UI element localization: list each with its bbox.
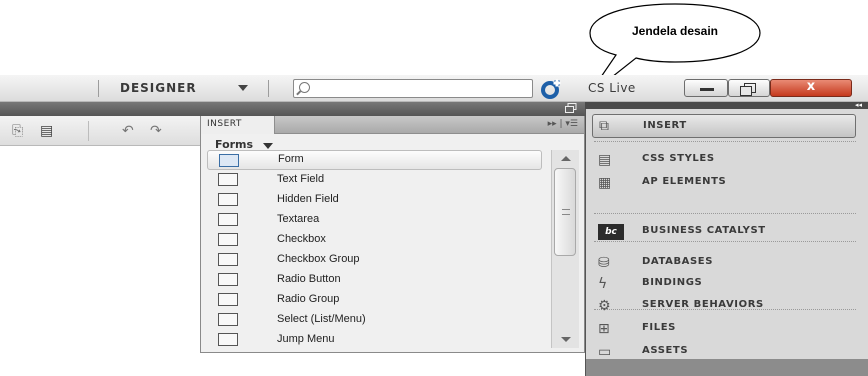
checkbox-icon [218,233,238,246]
scroll-up-icon[interactable] [561,156,571,161]
restore-icon[interactable] [565,103,577,114]
insert-item-label: Radio Button [277,273,341,285]
insert-item[interactable]: Text Field [201,170,546,190]
redo-icon[interactable]: ↷ [150,123,162,139]
collapse-icon[interactable]: ◂◂ [855,101,862,109]
cslive-icon[interactable] [540,78,562,100]
scroll-down-icon[interactable] [561,337,571,342]
insert-item[interactable]: Select (List/Menu) [201,310,546,330]
insert-item[interactable]: Jump Menu [201,330,546,350]
select-icon [218,313,238,326]
panel-label: BINDINGS [642,277,703,288]
radio-group-icon [218,293,238,306]
tab-insert[interactable]: INSERT [201,116,275,134]
close-button[interactable]: x [770,79,852,97]
css-styles-icon: ▤ [598,152,612,168]
insert-item-label: Text Field [277,173,325,185]
panel-group: ⧉ INSERT ▤ CSS STYLES ▦ AP ELEMENTS bc BUSINESS… [585,109,868,376]
panel-menu-icon[interactable]: ▸▸ | ▾☰ [548,119,578,129]
panel-group-header: ◂◂ [585,101,868,109]
insert-item[interactable]: Checkbox [201,230,546,250]
insert-icon: ⧉ [599,118,609,134]
assets-icon: ▭ [598,344,612,360]
panel-ap-elements[interactable]: ▦ AP ELEMENTS [586,172,868,194]
insert-item-label: Checkbox Group [277,253,360,265]
text-field-icon [218,173,238,186]
insert-item[interactable]: Radio Group [201,290,546,310]
insert-item-label: Textarea [277,213,320,225]
undo-icon[interactable]: ↶ [122,123,134,139]
bindings-icon: ϟ [598,276,608,292]
application-bar: DESIGNER CS Live x [0,75,868,102]
minimize-button[interactable] [684,79,728,97]
panel-label: SERVER BEHAVIORS [642,299,764,310]
textarea-icon [218,213,238,226]
separator [268,80,269,97]
files-icon: ⊞ [598,321,610,337]
jump-menu-icon [218,333,238,346]
close-icon: x [806,79,816,94]
separator [88,121,89,141]
panel-label: AP ELEMENTS [642,176,727,187]
server-behaviors-icon: ⚙ [598,298,611,314]
hidden-field-icon [218,193,238,206]
panel-business-catalyst[interactable]: bc BUSINESS CATALYST [586,221,868,243]
maximize-button[interactable] [728,79,770,97]
document-toolbar-strip [0,102,585,116]
insert-item[interactable]: Checkbox Group [201,250,546,270]
callout-text: Jendela desain [631,24,719,38]
insert-item-label: Select (List/Menu) [277,313,366,325]
insert-item[interactable]: Form [207,150,542,170]
document-toolbar: ⎘ ▤ ↶ ↷ [0,116,200,146]
search-input[interactable] [293,79,533,98]
insert-item[interactable]: Textarea [201,210,546,230]
panel-label: FILES [642,322,676,333]
insert-item-label: Form [278,153,304,165]
grip-icon [562,209,570,215]
insert-item[interactable]: Radio Button [201,270,546,290]
clipboard-icon[interactable]: ▤ [40,123,53,139]
panel-label: CSS STYLES [642,153,715,164]
panel-group-footer [586,359,868,376]
insert-item-list: Form Text Field Hidden Field Textarea Checkb… [201,150,546,350]
search-icon [299,82,310,93]
insert-panel: INSERT ▸▸ | ▾☰ Forms Form Text Field Hidde… [200,116,585,353]
checkbox-group-icon [218,253,238,266]
workspace-switcher[interactable]: DESIGNER [120,81,197,95]
panel-label: INSERT [643,120,687,131]
scrollbar[interactable] [551,150,579,348]
insert-item[interactable]: Hidden Field [201,190,546,210]
paste-icon[interactable]: ⎘ [12,123,23,139]
insert-item-label: Radio Group [277,293,340,305]
panel-insert[interactable]: ⧉ INSERT [592,114,856,138]
chevron-down-icon[interactable] [263,143,273,149]
databases-icon: ⛁ [598,255,610,271]
ap-elements-icon: ▦ [598,175,612,191]
panel-server-behaviors[interactable]: ⚙ SERVER BEHAVIORS [586,295,868,317]
panel-label: ASSETS [642,345,689,356]
separator [98,80,99,97]
panel-divider [594,141,856,142]
panel-files[interactable]: ⊞ FILES [586,318,868,340]
panel-css-styles[interactable]: ▤ CSS STYLES [586,149,868,171]
panel-databases[interactable]: ⛁ DATABASES [586,252,868,274]
panel-bindings[interactable]: ϟ BINDINGS [586,273,868,295]
insert-item-label: Jump Menu [277,333,335,345]
panel-divider [594,213,856,214]
scrollbar-thumb[interactable] [554,168,576,256]
insert-item-label: Hidden Field [277,193,339,205]
form-icon [219,154,239,167]
business-catalyst-icon: bc [598,224,624,240]
radio-button-icon [218,273,238,286]
insert-panel-tabbar: INSERT ▸▸ | ▾☰ [201,116,584,134]
panel-label: DATABASES [642,256,714,267]
chevron-down-icon[interactable] [238,85,248,91]
panel-label: BUSINESS CATALYST [642,225,766,236]
cslive-label[interactable]: CS Live [588,81,636,95]
insert-item-label: Checkbox [277,233,326,245]
